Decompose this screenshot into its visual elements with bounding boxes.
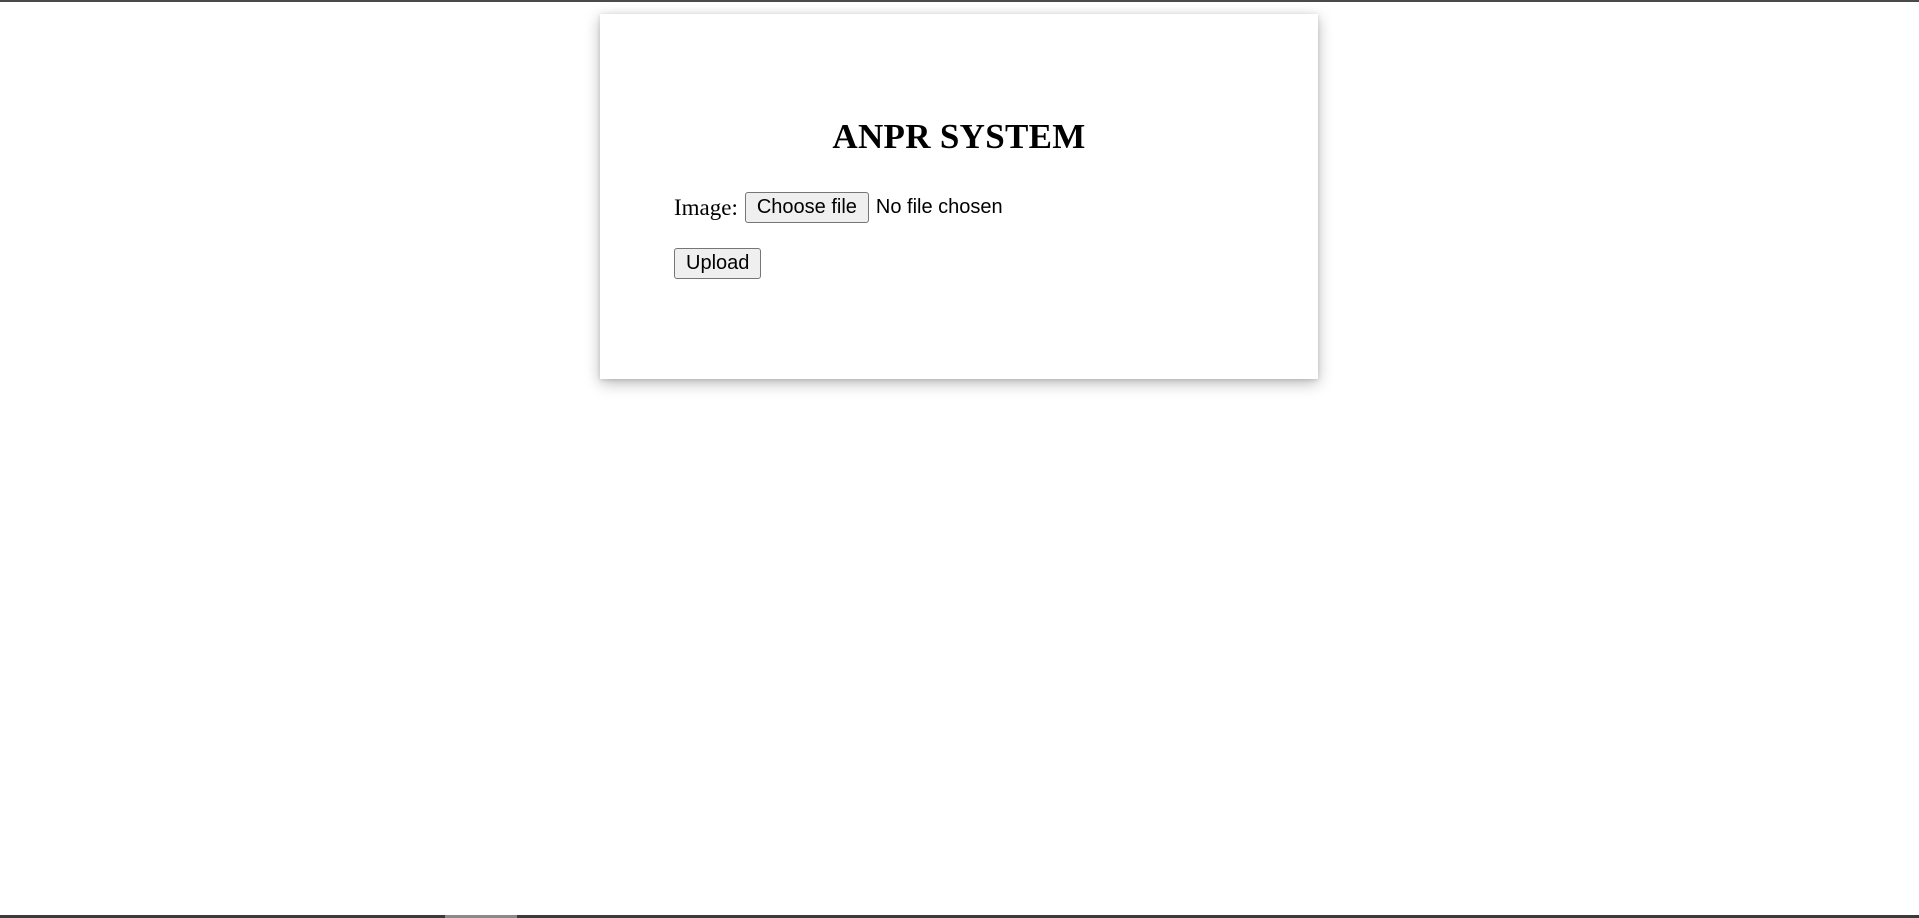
page-title: ANPR SYSTEM [832,117,1086,156]
upload-button[interactable]: Upload [674,248,762,279]
page: ANPR SYSTEM Image: Choose file No file c… [0,0,1919,918]
upload-form-card: ANPR SYSTEM Image: Choose file No file c… [600,14,1318,379]
choose-file-button[interactable]: Choose file [744,192,869,223]
file-status-text: No file chosen [875,196,1003,218]
image-label: Image: [674,194,738,220]
image-input-row: Image: Choose file No file chosen [674,192,1003,223]
upload-row: Upload [674,248,762,279]
